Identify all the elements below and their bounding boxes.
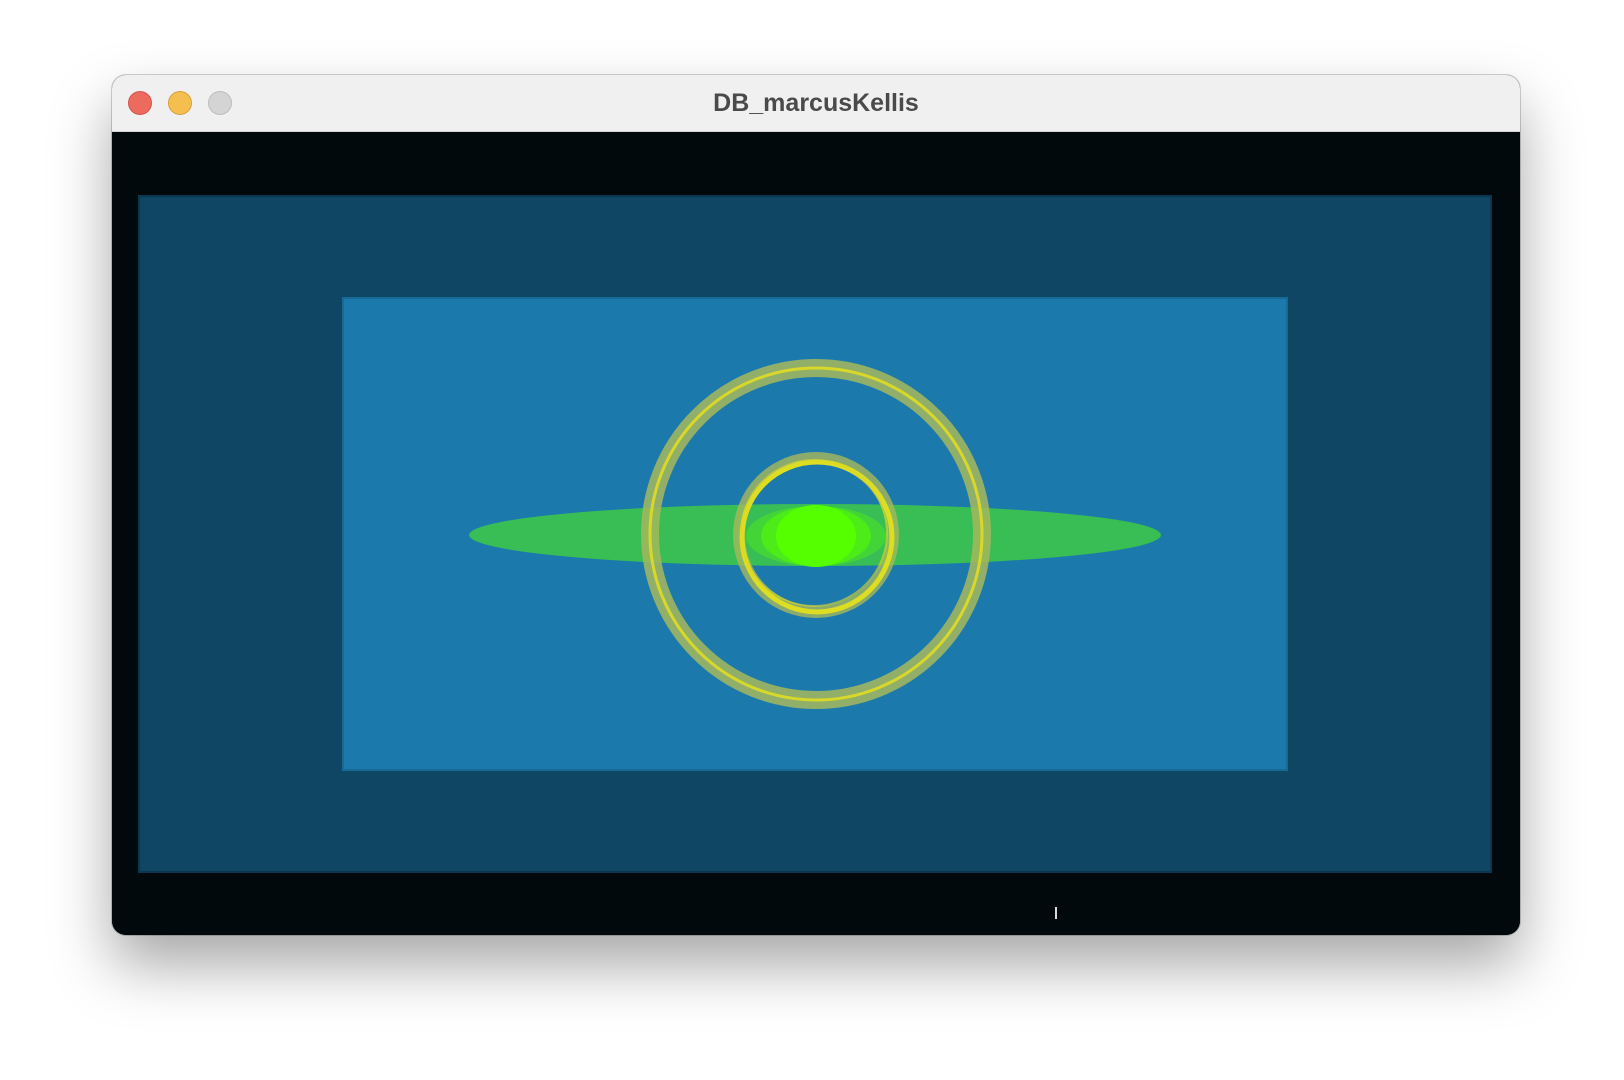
scene-canvas[interactable] (112, 132, 1520, 935)
title-bar[interactable]: DB_marcusKellis (112, 75, 1520, 132)
core (776, 505, 856, 567)
canvas-area[interactable] (112, 132, 1520, 935)
window-title: DB_marcusKellis (713, 89, 919, 117)
app-window: DB_marcusKellis (112, 75, 1520, 935)
text-cursor-icon (1055, 907, 1057, 919)
